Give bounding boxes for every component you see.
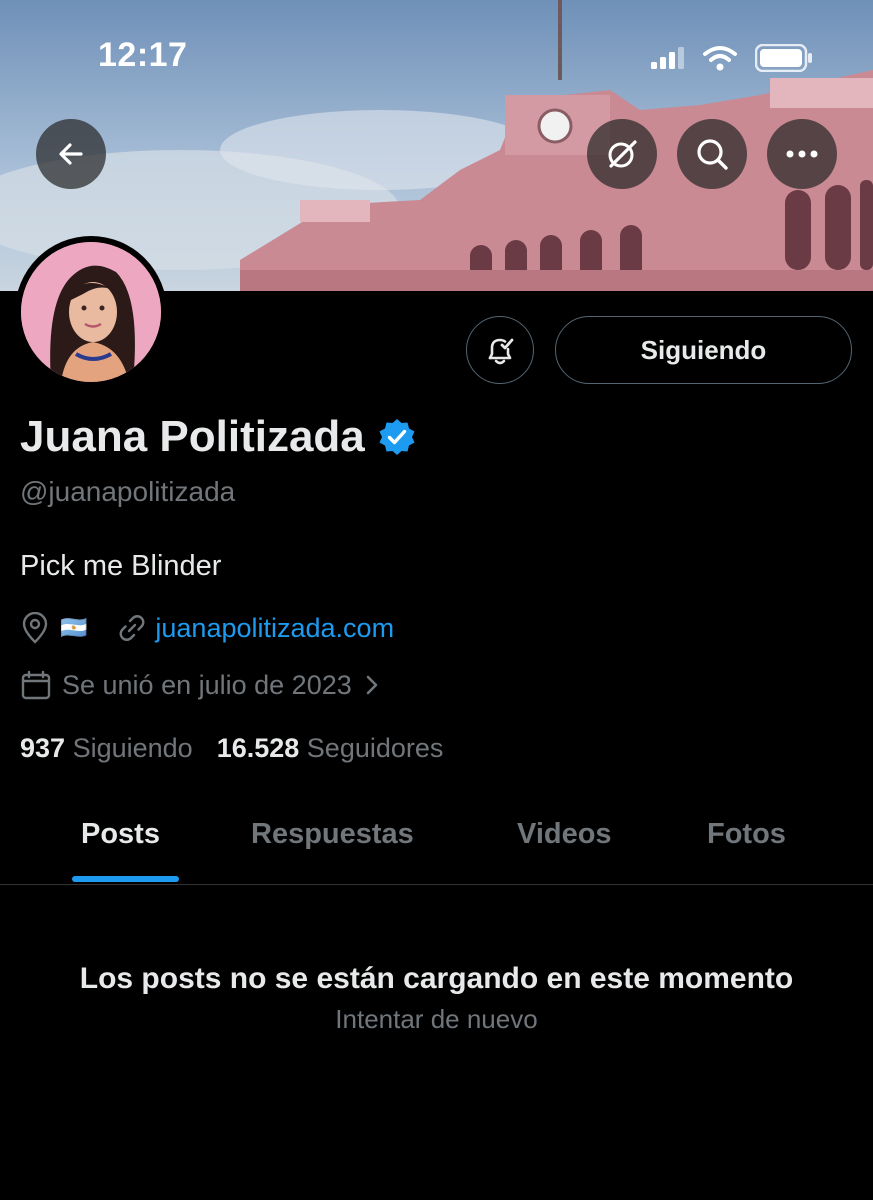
battery-icon: [755, 44, 812, 72]
link-icon: [120, 615, 145, 641]
status-icons: [651, 44, 813, 72]
back-button[interactable]: [36, 119, 106, 189]
bell-check-icon: [488, 338, 514, 365]
profile-tabs: Posts Respuestas Videos Fotos: [0, 800, 873, 885]
avatar-portrait: [21, 242, 161, 382]
joined-date: Se unió en julio de 2023: [62, 669, 352, 700]
location-pin-icon: [22, 612, 48, 644]
profile-name-row: Juana Politizada: [20, 412, 417, 462]
status-time: 12:17: [98, 36, 188, 74]
followers-label: Seguidores: [306, 733, 444, 763]
avatar-image: [21, 242, 161, 382]
search-icon: [697, 139, 728, 170]
following-stat[interactable]: 937 Siguiendo: [20, 733, 193, 764]
following-label: Siguiendo: [72, 733, 193, 763]
wifi-icon: [703, 46, 737, 71]
grok-icon: [608, 140, 637, 168]
retry-link[interactable]: Intentar de nuevo: [0, 1004, 873, 1035]
profile-bio: Pick me Blinder: [20, 550, 222, 582]
tab-fotos[interactable]: Fotos: [707, 818, 786, 851]
profile-stats: 937 Siguiendo 16.528 Seguidores: [20, 733, 443, 764]
cellular-signal-icon: [651, 47, 684, 69]
followers-count: 16.528: [216, 733, 300, 763]
tab-posts[interactable]: Posts: [81, 818, 160, 851]
location-flag: 🇦🇷: [60, 615, 88, 640]
active-tab-indicator: [72, 876, 179, 882]
profile-meta-row: 🇦🇷 juanapolitizada.com: [20, 612, 394, 644]
search-button[interactable]: [677, 119, 747, 189]
profile-name: Juana Politizada: [20, 412, 365, 461]
chevron-right-icon: [366, 675, 378, 695]
followers-stat[interactable]: 16.528 Seguidores: [217, 733, 444, 764]
tab-respuestas[interactable]: Respuestas: [251, 818, 414, 851]
following-count: 937: [20, 733, 66, 763]
grok-button[interactable]: [587, 119, 657, 189]
joined-row[interactable]: Se unió en julio de 2023: [20, 669, 380, 701]
more-dots-icon: [786, 150, 818, 158]
back-arrow-icon: [59, 143, 83, 165]
notifications-button[interactable]: [466, 316, 534, 384]
profile-handle: @juanapolitizada: [20, 476, 236, 507]
profile-avatar[interactable]: [15, 236, 167, 388]
tab-videos[interactable]: Videos: [517, 818, 612, 851]
following-button[interactable]: Siguiendo: [555, 316, 852, 384]
verified-badge-icon[interactable]: [377, 417, 417, 457]
website-link[interactable]: juanapolitizada.com: [155, 613, 394, 644]
feed-error-message: Los posts no se están cargando en este m…: [79, 962, 794, 995]
calendar-icon: [21, 670, 51, 700]
more-options-button[interactable]: [767, 119, 837, 189]
